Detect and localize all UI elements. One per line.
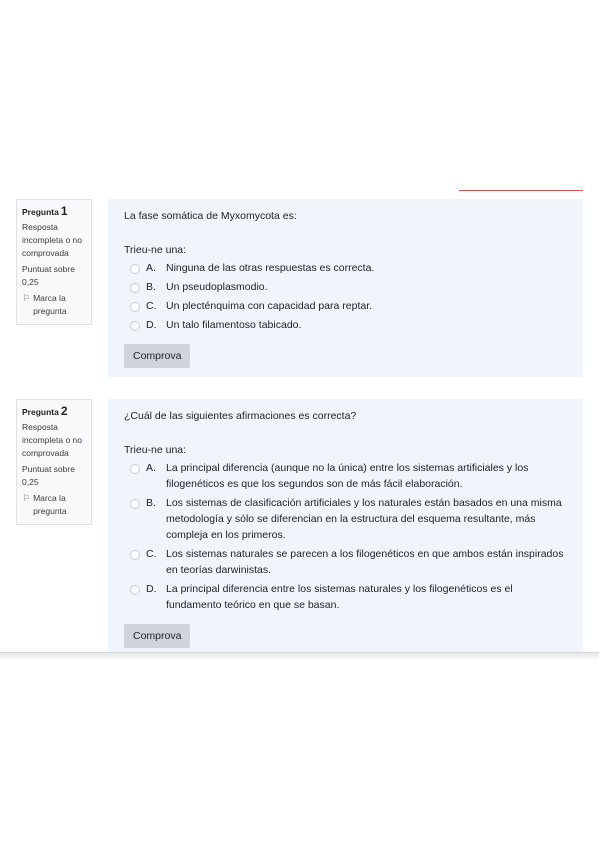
question-status: Resposta incompleta o no comprovada bbox=[22, 422, 83, 458]
check-button[interactable]: Comprova bbox=[124, 344, 191, 368]
answer-option-c[interactable]: C. Un plecténquima con capacidad para re… bbox=[124, 298, 567, 314]
question-points: Puntuat sobre 0,25 bbox=[22, 464, 75, 487]
answer-option-d[interactable]: D. Un talo filamentoso tabicado. bbox=[124, 317, 567, 333]
question-text: ¿Cuál de las siguientes afirmaciones es … bbox=[124, 410, 357, 422]
answer-prompt: Trieu-ne una: bbox=[124, 244, 187, 256]
question-number: Pregunta 2 bbox=[22, 404, 68, 418]
flag-icon: ⚐ bbox=[22, 493, 31, 503]
flag-icon: ⚐ bbox=[22, 293, 31, 303]
answer-prompt: Trieu-ne una: bbox=[124, 444, 187, 456]
question-content-2: ¿Cuál de las siguientes afirmaciones es … bbox=[108, 399, 583, 657]
flag-question-link[interactable]: ⚐ Marca la pregunta bbox=[22, 292, 84, 318]
check-button[interactable]: Comprova bbox=[124, 624, 191, 648]
answer-option-d[interactable]: D. La principal diferencia entre los sis… bbox=[124, 581, 567, 613]
answer-option-b[interactable]: B. Los sistemas de clasificación artific… bbox=[124, 495, 567, 543]
question-content-1: La fase somática de Myxomycota es: Trieu… bbox=[108, 199, 583, 377]
question-points: Puntuat sobre 0,25 bbox=[22, 264, 75, 287]
question-info-2: Pregunta 2 Resposta incompleta o no compr… bbox=[16, 399, 92, 525]
radio-button[interactable] bbox=[130, 464, 140, 474]
question-info-1: Pregunta 1 Resposta incompleta o no compr… bbox=[16, 199, 92, 325]
radio-button[interactable] bbox=[130, 302, 140, 312]
page-bottom-edge bbox=[0, 652, 599, 661]
radio-button[interactable] bbox=[130, 321, 140, 331]
answer-option-c[interactable]: C. Los sistemas naturales se parecen a l… bbox=[124, 546, 567, 578]
answer-option-a[interactable]: A. Ninguna de las otras respuestas es co… bbox=[124, 260, 567, 276]
question-number: Pregunta 1 bbox=[22, 204, 68, 218]
answer-option-a[interactable]: A. La principal diferencia (aunque no la… bbox=[124, 460, 567, 492]
divider-line bbox=[459, 190, 583, 191]
radio-button[interactable] bbox=[130, 550, 140, 560]
radio-button[interactable] bbox=[130, 283, 140, 293]
question-text: La fase somática de Myxomycota es: bbox=[124, 210, 297, 222]
flag-question-link[interactable]: ⚐ Marca la pregunta bbox=[22, 492, 84, 518]
answer-option-b[interactable]: B. Un pseudoplasmodio. bbox=[124, 279, 567, 295]
radio-button[interactable] bbox=[130, 499, 140, 509]
question-status: Resposta incompleta o no comprovada bbox=[22, 222, 83, 258]
radio-button[interactable] bbox=[130, 585, 140, 595]
radio-button[interactable] bbox=[130, 264, 140, 274]
